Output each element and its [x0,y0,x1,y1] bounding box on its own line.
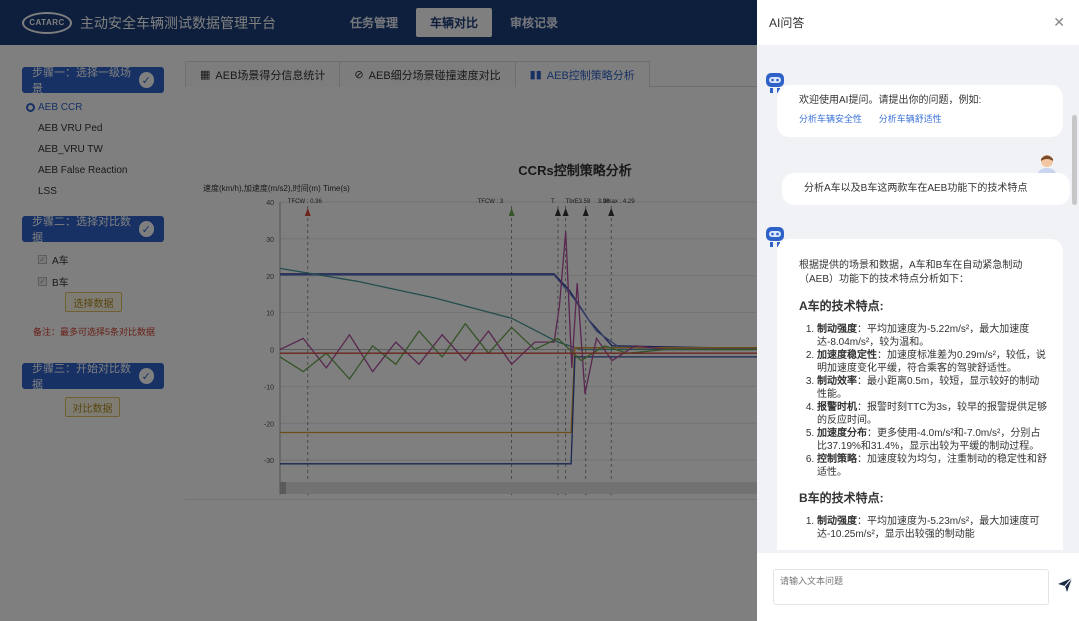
input-area [757,553,1079,621]
vehicle-b-heading: B车的技术特点: [799,491,884,505]
drawer-header: AI问答 ✕ [757,0,1079,45]
item-key: 制动强度 [817,324,857,335]
vehicle-a-heading: A车的技术特点: [799,299,884,313]
suggestion-safety[interactable]: 分析车辆安全性 [799,114,862,124]
question-input[interactable] [773,569,1049,605]
vehicle-a-item: 制动效率：最小距离0.5m，较短，显示较好的制动性能。 [817,375,1049,401]
item-key: 控制策略 [817,454,857,465]
welcome-bubble: 欢迎使用AI提问。请提出你的问题，例如: 分析车辆安全性 分析车辆舒适性 [777,85,1063,137]
item-key: 报警时机 [817,402,857,413]
vehicle-a-item: 加速度稳定性：加速度标准差为0.29m/s²，较低，说明加速度变化平缓，符合乘客… [817,349,1049,375]
vehicle-a-list: 制动强度：平均加速度为-5.22m/s²，最大加速度达-8.04m/s²，较为温… [799,323,1049,479]
chat-history[interactable]: 欢迎使用AI提问。请提出你的问题，例如: 分析车辆安全性 分析车辆舒适性 分析A… [757,45,1079,550]
vehicle-a-item: 加速度分布：更多使用-4.0m/s²和-7.0m/s²，分别占比37.19%和3… [817,427,1049,453]
chat-scrollbar[interactable] [1072,115,1077,205]
welcome-text: 欢迎使用AI提问。请提出你的问题，例如: [799,95,982,106]
drawer-title: AI问答 [769,16,805,30]
suggestion-comfort[interactable]: 分析车辆舒适性 [879,114,942,124]
item-key: 制动强度 [817,516,857,527]
modal-overlay[interactable] [0,0,757,621]
item-key: 加速度稳定性 [817,350,877,361]
vehicle-b-item: 制动强度：平均加速度为-5.23m/s²，最大加速度可达-10.25m/s²，显… [817,515,1049,541]
vehicle-a-item: 控制策略：加速度较为均匀，注重制动的稳定性和舒适性。 [817,453,1049,479]
user-question-bubble: 分析A车以及B车这两款车在AEB功能下的技术特点 [782,173,1070,205]
close-icon[interactable]: ✕ [1053,14,1065,31]
vehicle-a-item: 制动强度：平均加速度为-5.22m/s²，最大加速度达-8.04m/s²，较为温… [817,323,1049,349]
ai-qa-drawer: AI问答 ✕ 欢迎使用AI提问。请提出你的问题，例如: 分析车辆安全性 分析车辆… [757,0,1079,621]
user-question-text: 分析A车以及B车这两款车在AEB功能下的技术特点 [804,183,1028,194]
vehicle-b-list: 制动强度：平均加速度为-5.23m/s²，最大加速度可达-10.25m/s²，显… [799,515,1049,541]
item-key: 制动效率 [817,376,857,387]
send-icon[interactable] [1057,577,1073,593]
ai-answer-bubble: 根据提供的场景和数据，A车和B车在自动紧急制动（AEB）功能下的技术特点分析如下… [777,239,1063,550]
answer-intro: 根据提供的场景和数据，A车和B车在自动紧急制动（AEB）功能下的技术特点分析如下… [799,260,1023,285]
vehicle-a-item: 报警时机：报警时刻TTC为3s，较早的报警提供足够的反应时间。 [817,401,1049,427]
item-key: 加速度分布 [817,428,867,439]
